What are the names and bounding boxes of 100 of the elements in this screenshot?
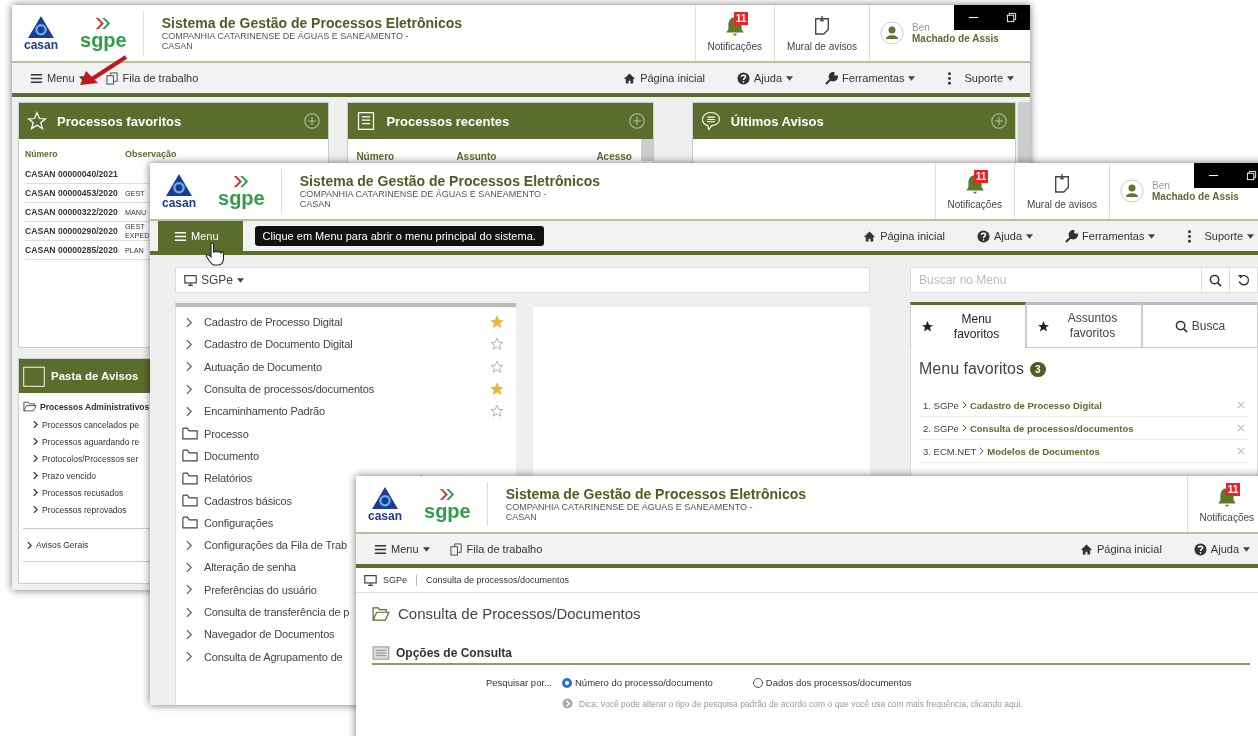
process-number[interactable]: CASAN 00000322/2020 bbox=[25, 207, 122, 217]
folder-item[interactable]: Protocolos/Processos ser bbox=[42, 453, 139, 464]
nav-button[interactable]: Suporte bbox=[1171, 221, 1258, 251]
help-icon bbox=[736, 71, 750, 85]
menu-item[interactable]: Relatórios bbox=[204, 472, 253, 485]
radio-label[interactable]: Dados dos processos/documentos bbox=[765, 677, 912, 688]
company-name: COMPANHIA CATARINENSE DE ÁGUAS E SANEAMENTO - CASAN bbox=[505, 502, 754, 522]
nav-button[interactable]: Ajuda bbox=[1177, 534, 1258, 564]
menu-item[interactable]: Cadastro de Processo Digital bbox=[204, 316, 343, 329]
favorite-link[interactable]: Modelos de Documentos bbox=[987, 445, 1100, 457]
open-folder-icon bbox=[23, 401, 37, 412]
menu-item[interactable]: Autuação de Documento bbox=[204, 360, 322, 373]
system-dropdown[interactable]: SGPe bbox=[175, 267, 870, 293]
favorite-link[interactable]: Consulta de processos/documentos bbox=[969, 422, 1134, 434]
nav-button[interactable]: Ajuda bbox=[720, 63, 810, 93]
chevron-icon bbox=[27, 541, 32, 549]
chevron-icon bbox=[186, 361, 193, 373]
restore-icon[interactable] bbox=[1005, 12, 1017, 23]
nav-button[interactable]: Ferramentas bbox=[1049, 221, 1172, 251]
company-name: COMPANHIA CATARINENSE DE ÁGUAS E SANEAMENTO - CASAN bbox=[299, 189, 548, 209]
favorite-path[interactable]: 1. SGPe bbox=[923, 399, 959, 411]
close-icon[interactable] bbox=[1237, 424, 1245, 432]
folder-item[interactable]: Processos aguardando re bbox=[42, 436, 140, 447]
page-title: Consulta de Processos/Documentos bbox=[398, 605, 641, 622]
logo-text: casan bbox=[24, 39, 59, 51]
radio-button[interactable] bbox=[562, 677, 572, 688]
process-number[interactable]: CASAN 00000285/2020 bbox=[25, 245, 122, 255]
search-icon bbox=[1209, 273, 1222, 287]
nav-button[interactable]: Ajuda bbox=[960, 221, 1050, 251]
nav-button[interactable]: Fila de trabalho bbox=[439, 534, 553, 564]
logo-text: casan bbox=[162, 197, 197, 209]
tab[interactable]: Assuntos favoritos bbox=[1026, 302, 1142, 348]
menu-item[interactable]: Configurações da Fila de Trab bbox=[204, 539, 347, 552]
favorite-link[interactable]: Cadastro de Processo Digital bbox=[969, 399, 1102, 411]
menu-item[interactable]: Cadastros básicos bbox=[204, 494, 292, 507]
menu-item[interactable]: Documento bbox=[204, 449, 259, 462]
triangle-logo-icon bbox=[371, 486, 399, 510]
menu-item[interactable]: Consulta de Agrupamento de bbox=[204, 650, 343, 663]
favorite-star-icon[interactable] bbox=[489, 337, 504, 352]
process-number[interactable]: CASAN 00000290/2020 bbox=[25, 226, 122, 236]
favorite-star-icon[interactable] bbox=[489, 315, 504, 330]
restore-icon[interactable] bbox=[1245, 170, 1257, 181]
close-icon[interactable] bbox=[1237, 447, 1245, 455]
folder-item[interactable]: Processos recusados bbox=[42, 487, 124, 498]
add-icon[interactable] bbox=[628, 113, 645, 129]
nav-button[interactable]: Suporte bbox=[931, 63, 1030, 93]
add-icon[interactable] bbox=[991, 113, 1008, 129]
folder-item[interactable]: Avisos Gerais bbox=[36, 540, 89, 550]
nav-button[interactable]: Ferramentas bbox=[809, 63, 932, 93]
menu-item[interactable]: Preferências do usuário bbox=[204, 583, 317, 596]
nav-button[interactable]: Menu bbox=[20, 63, 96, 93]
menu-item[interactable]: Processo bbox=[204, 427, 249, 440]
nav-button[interactable]: Página inicial bbox=[847, 221, 961, 251]
nav-button[interactable]: Menu bbox=[364, 534, 440, 564]
star-outline-icon bbox=[27, 111, 47, 131]
menu-search-field[interactable]: Buscar no Menu bbox=[910, 267, 1202, 293]
favorite-path[interactable]: 2. SGPe bbox=[923, 422, 959, 434]
user-name: Machado de Assis bbox=[912, 33, 999, 44]
search-button[interactable] bbox=[1202, 267, 1230, 293]
panel-title: Pasta de Avisos bbox=[51, 370, 140, 382]
nav-button[interactable]: Menu bbox=[158, 221, 243, 251]
folder-item[interactable]: Prazo vencido bbox=[42, 470, 96, 481]
notice-board-button[interactable]: Mural de avisos bbox=[1013, 163, 1109, 219]
scrollbar[interactable] bbox=[1018, 102, 1030, 162]
scrollbar[interactable] bbox=[640, 139, 653, 161]
favorite-star-icon[interactable] bbox=[489, 404, 504, 419]
menu-item[interactable]: Consulta de processos/documentos bbox=[204, 383, 375, 396]
favorite-star-icon[interactable] bbox=[489, 359, 504, 374]
logo-text: casan bbox=[368, 510, 403, 522]
nav-button[interactable]: Página inicial bbox=[1064, 534, 1178, 564]
nav-button[interactable]: Página inicial bbox=[607, 63, 721, 93]
favorite-star-icon[interactable] bbox=[489, 382, 504, 397]
tab[interactable]: Menu favoritos bbox=[910, 302, 1026, 348]
notifications-button[interactable]: 11 Notificações bbox=[1186, 476, 1258, 532]
notice-board-button[interactable]: Mural de avisos bbox=[773, 5, 869, 61]
breadcrumb-item[interactable]: Consulta de processos/documentos bbox=[426, 575, 570, 585]
menu-item[interactable]: Navegador de Documentos bbox=[204, 628, 335, 641]
folder-item[interactable]: Processos cancelados pe bbox=[42, 419, 139, 430]
tab[interactable]: Busca bbox=[1142, 302, 1258, 348]
folder-group-label[interactable]: Processos Administrativos bbox=[40, 401, 150, 412]
radio-button[interactable] bbox=[752, 677, 763, 688]
nav-button[interactable]: Fila de trabalho bbox=[95, 63, 209, 93]
notifications-button[interactable]: 11 Notificações bbox=[694, 5, 774, 61]
caret-icon bbox=[422, 546, 430, 552]
menu-item[interactable]: Configurações bbox=[204, 516, 273, 529]
menu-item[interactable]: Encaminhamento Padrão bbox=[204, 405, 325, 418]
process-number[interactable]: CASAN 00000040/2021 bbox=[25, 169, 122, 179]
folder-item[interactable]: Processos reprovados bbox=[42, 504, 127, 515]
reset-button[interactable] bbox=[1230, 267, 1258, 293]
section-title: Opções de Consulta bbox=[396, 646, 513, 660]
favorite-path[interactable]: 3. ECM.NET bbox=[923, 445, 977, 457]
add-icon[interactable] bbox=[304, 113, 321, 129]
menu-item[interactable]: Cadastro de Documento Digital bbox=[204, 338, 353, 351]
radio-label[interactable]: Número do processo/documento bbox=[575, 677, 713, 688]
menu-item[interactable]: Consulta de transferência de p bbox=[204, 606, 350, 618]
menu-item[interactable]: Alteração de senha bbox=[204, 561, 297, 574]
close-icon[interactable] bbox=[1237, 401, 1245, 409]
notifications-button[interactable]: 11 Notificações bbox=[934, 163, 1014, 219]
process-number[interactable]: CASAN 00000453/2020 bbox=[25, 188, 122, 198]
breadcrumb-item[interactable]: SGPe bbox=[383, 575, 407, 585]
